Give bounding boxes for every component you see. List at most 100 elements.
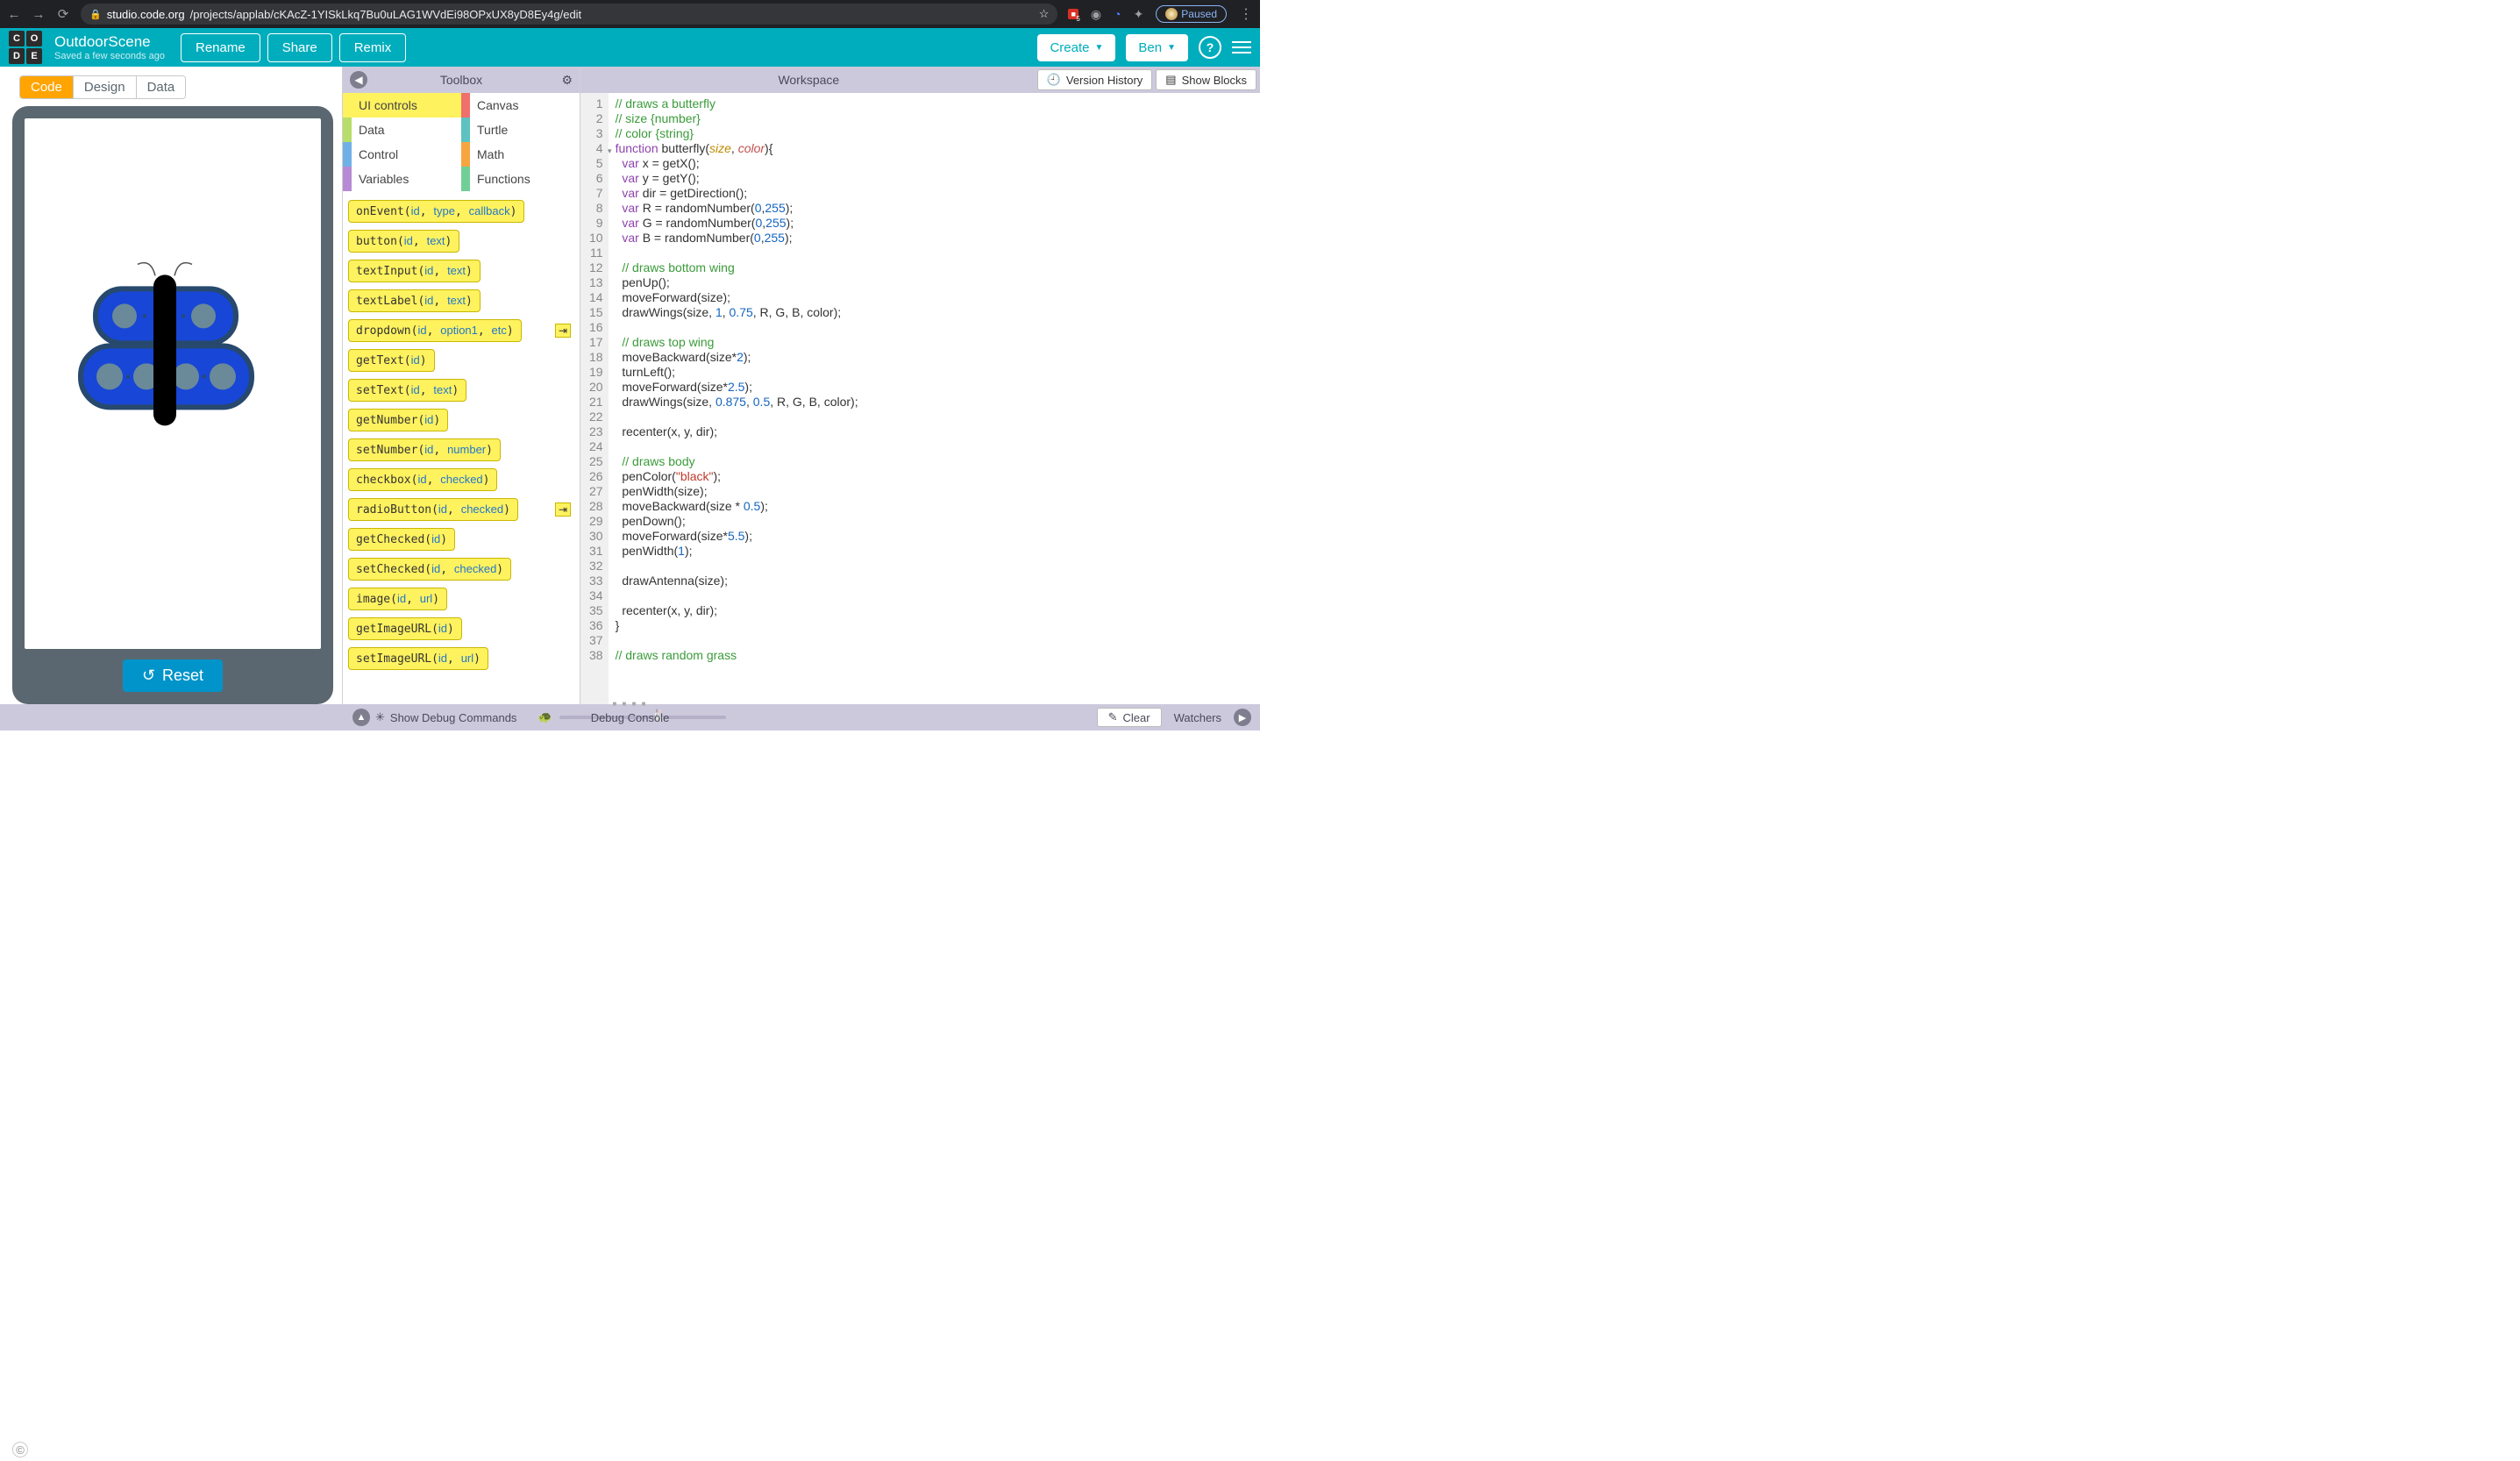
debug-bar: ■ ■ ■ ■ ▲ ✳ Show Debug Commands 🐢 🐇 Debu…: [0, 704, 1260, 730]
save-status: Saved a few seconds ago: [54, 51, 165, 61]
toolbox-category[interactable]: Canvas: [461, 93, 580, 118]
code-block[interactable]: image(id, url): [348, 588, 447, 610]
debug-expand-icon[interactable]: ▲: [352, 709, 370, 726]
toolbox-category[interactable]: Variables: [343, 167, 461, 191]
code-block[interactable]: setText(id, text): [348, 379, 466, 402]
nav-forward-icon[interactable]: →: [32, 7, 46, 22]
url-bar[interactable]: 🔒 studio.code.org/projects/applab/cKAcZ-…: [81, 4, 1057, 25]
code-block[interactable]: checkbox(id, checked): [348, 468, 497, 491]
line-gutter: 1234▾56789101112131415161718192021222324…: [580, 93, 609, 704]
create-dropdown[interactable]: Create▼: [1037, 34, 1115, 61]
code-block[interactable]: textLabel(id, text): [348, 289, 481, 312]
nav-back-icon[interactable]: ←: [7, 7, 21, 22]
code-block[interactable]: getImageURL(id): [348, 617, 462, 640]
profile-paused[interactable]: Paused: [1156, 5, 1227, 23]
project-title: OutdoorScene: [54, 33, 165, 51]
lock-icon: 🔒: [89, 9, 102, 20]
watchers-expand-icon[interactable]: ▶: [1234, 709, 1251, 726]
toolbox-collapse-icon[interactable]: ◀: [350, 71, 367, 89]
rename-button[interactable]: Rename: [181, 33, 260, 62]
block-expand-icon[interactable]: ⇥: [555, 324, 571, 338]
butterfly-drawing: [76, 253, 269, 446]
kebab-menu-icon[interactable]: ⋮: [1239, 5, 1253, 23]
toolbox-category[interactable]: Control: [343, 142, 461, 167]
avatar-icon: [1165, 8, 1178, 20]
debug-console-label: Debug Console: [591, 711, 670, 724]
eraser-icon: ✎: [1108, 710, 1118, 724]
extension-icon[interactable]: ◉: [1091, 7, 1101, 22]
version-history-button[interactable]: 🕘Version History: [1037, 69, 1153, 90]
mode-tabs: Code Design Data: [19, 75, 186, 99]
share-button[interactable]: Share: [267, 33, 332, 62]
reset-button[interactable]: ↺Reset: [123, 659, 223, 692]
toolbox-category[interactable]: Functions: [461, 167, 580, 191]
resize-grip-icon[interactable]: ■ ■ ■ ■: [613, 700, 648, 708]
code-block[interactable]: getNumber(id): [348, 409, 448, 431]
category-color-bar: [461, 142, 470, 167]
extension-badge[interactable]: ■5: [1068, 9, 1078, 19]
workspace-header: Workspace 🕘Version History ▤Show Blocks: [580, 67, 1260, 93]
help-icon[interactable]: ?: [1199, 36, 1221, 59]
code-block[interactable]: getChecked(id): [348, 528, 455, 551]
toolbox-category[interactable]: UI controls: [343, 93, 461, 118]
category-color-bar: [343, 167, 352, 191]
code-content[interactable]: // draws a butterfly// size {number}// c…: [609, 93, 865, 704]
tab-data[interactable]: Data: [137, 76, 186, 98]
code-block[interactable]: radioButton(id, checked): [348, 498, 518, 521]
remix-button[interactable]: Remix: [339, 33, 407, 62]
show-debug-commands[interactable]: Show Debug Commands: [390, 711, 517, 724]
app-preview[interactable]: [25, 118, 321, 649]
toolbox-category[interactable]: Turtle: [461, 118, 580, 142]
code-block[interactable]: getText(id): [348, 349, 435, 372]
url-host: studio.code.org: [107, 8, 185, 21]
app-header: CODE OutdoorScene Saved a few seconds ag…: [0, 28, 1260, 67]
category-color-bar: [343, 118, 352, 142]
code-org-logo[interactable]: CODE: [9, 31, 42, 64]
show-blocks-button[interactable]: ▤Show Blocks: [1156, 69, 1256, 90]
code-editor[interactable]: 1234▾56789101112131415161718192021222324…: [580, 93, 1260, 704]
fold-icon[interactable]: ▾: [608, 144, 612, 159]
caret-down-icon: ▼: [1167, 43, 1176, 53]
code-block[interactable]: dropdown(id, option1, etc): [348, 319, 522, 342]
gear-icon[interactable]: ⚙: [561, 73, 573, 88]
extensions-icon[interactable]: ✦: [1134, 7, 1144, 22]
category-color-bar: [343, 142, 352, 167]
phone-frame: ↺Reset: [12, 106, 333, 704]
code-block[interactable]: setNumber(id, number): [348, 438, 501, 461]
toolbox-blocks: ⋮⋮⋮⋮ onEvent(id, type, callback)button(i…: [343, 191, 580, 704]
toolbox-header: ◀ Toolbox ⚙: [343, 67, 580, 93]
code-block[interactable]: setChecked(id, checked): [348, 558, 511, 581]
blocks-icon: ▤: [1165, 73, 1176, 87]
category-color-bar: [343, 93, 352, 118]
hamburger-menu-icon[interactable]: [1232, 41, 1251, 53]
debug-spinner-icon: ✳: [375, 710, 385, 724]
toolbox-categories: UI controlsCanvasDataTurtleControlMathVa…: [343, 93, 580, 191]
code-block[interactable]: onEvent(id, type, callback): [348, 200, 524, 223]
caret-down-icon: ▼: [1094, 43, 1103, 53]
url-path: /projects/applab/cKAcZ-1YISkLkq7Bu0uLAG1…: [190, 8, 582, 21]
block-expand-icon[interactable]: ⇥: [555, 502, 571, 517]
workspace-title: Workspace: [580, 73, 1037, 87]
toolbox-category[interactable]: Data: [343, 118, 461, 142]
category-color-bar: [461, 118, 470, 142]
toolbox-title: Toolbox: [440, 73, 482, 87]
clock-icon: 🕘: [1047, 73, 1061, 87]
watchers-label[interactable]: Watchers: [1174, 711, 1221, 724]
category-color-bar: [461, 167, 470, 191]
nav-reload-icon[interactable]: ⟳: [56, 6, 70, 22]
code-block[interactable]: setImageURL(id, url): [348, 647, 488, 670]
user-dropdown[interactable]: Ben▼: [1126, 34, 1188, 61]
extension-icon[interactable]: ◔: [1114, 7, 1121, 21]
reset-icon: ↺: [142, 666, 155, 685]
browser-chrome: ← → ⟳ 🔒 studio.code.org/projects/applab/…: [0, 0, 1260, 28]
tab-design[interactable]: Design: [74, 76, 137, 98]
category-color-bar: [461, 93, 470, 118]
clear-button[interactable]: ✎Clear: [1097, 708, 1162, 727]
code-block[interactable]: button(id, text): [348, 230, 459, 253]
star-icon[interactable]: ☆: [1039, 7, 1050, 21]
tab-code[interactable]: Code: [20, 76, 74, 98]
turtle-icon: 🐢: [537, 710, 552, 724]
toolbox-category[interactable]: Math: [461, 142, 580, 167]
copyright-icon[interactable]: ©: [12, 1442, 28, 1457]
code-block[interactable]: textInput(id, text): [348, 260, 481, 282]
